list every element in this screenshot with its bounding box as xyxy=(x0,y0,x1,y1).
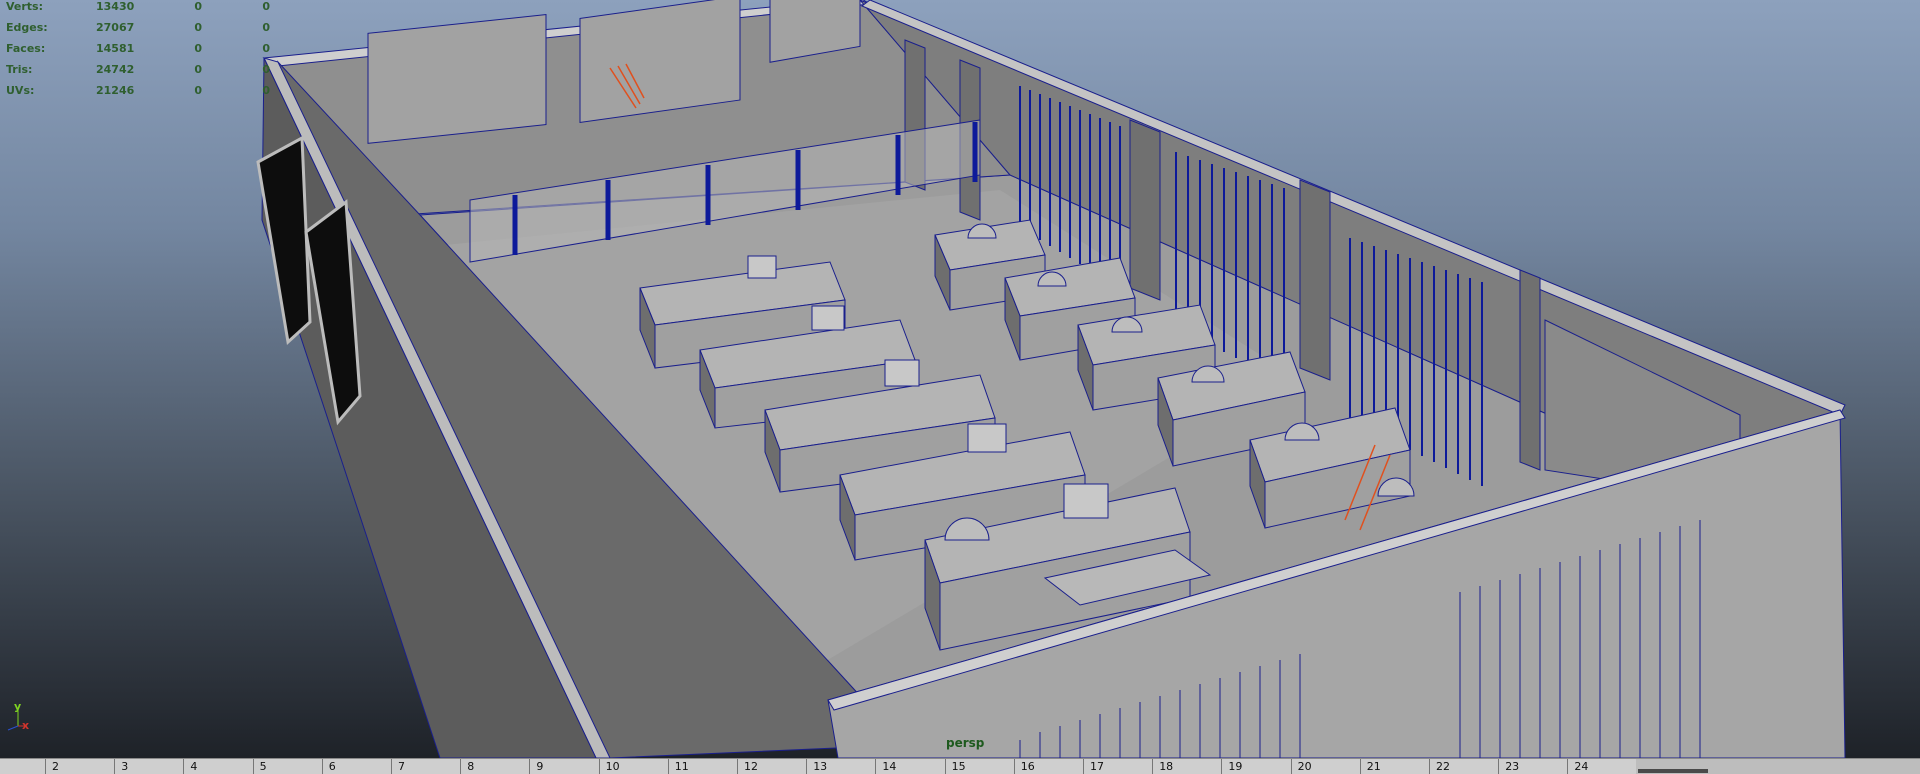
frame-number: 14 xyxy=(882,760,897,773)
hud-label: UVs: xyxy=(6,84,35,97)
hud-value: 21246 xyxy=(96,84,135,97)
frame-number: 19 xyxy=(1228,760,1243,773)
frame-number: 22 xyxy=(1436,760,1450,773)
timeline-tick[interactable]: 17 xyxy=(1083,759,1104,774)
hud-value: 0 xyxy=(194,0,202,13)
hud-row: Faces: 14581 0 0 xyxy=(6,42,276,60)
frame-number: 23 xyxy=(1505,760,1520,773)
timeline-tick[interactable]: 16 xyxy=(1013,759,1035,774)
timeline-ruler[interactable]: 2 3 4 5 6 7 8 9 10 11 12 13 14 15 16 17 18 19 20 21 22 23 24 xyxy=(0,759,1636,774)
hud-value: 0 xyxy=(194,84,202,97)
hud-value: 0 xyxy=(262,63,270,76)
timeline-tick[interactable]: 21 xyxy=(1359,759,1381,774)
hud-row: Edges: 27067 0 0 xyxy=(6,21,276,39)
hud-value: 0 xyxy=(262,84,270,97)
timeline-tick[interactable]: 14 xyxy=(875,759,896,774)
timeline-tick[interactable]: 23 xyxy=(1498,759,1519,774)
timeline-tick[interactable]: 19 xyxy=(1221,759,1242,774)
hud-row: Verts: 13430 0 0 xyxy=(6,0,276,18)
timeline-tick[interactable]: 22 xyxy=(1429,759,1450,774)
frame-number: 3 xyxy=(121,760,129,773)
timeline-tick[interactable]: 4 xyxy=(183,759,197,774)
frame-number: 18 xyxy=(1159,760,1174,773)
hud-label: Verts: xyxy=(6,0,44,13)
timeline-tick[interactable]: 18 xyxy=(1152,759,1173,774)
timeline-tick[interactable]: 15 xyxy=(944,759,966,774)
door-left-1[interactable] xyxy=(256,135,312,345)
frame-number: 6 xyxy=(328,760,336,773)
frame-number: 24 xyxy=(1574,760,1589,773)
frame-number: 2 xyxy=(52,760,59,773)
hud-value: 27067 xyxy=(96,21,135,34)
hud-value: 14581 xyxy=(96,42,135,55)
axis-gizmo: y x xyxy=(0,696,40,736)
timeline-tick[interactable]: 12 xyxy=(737,759,758,774)
timeline-tick[interactable]: 11 xyxy=(667,759,689,774)
timeline-tick[interactable]: 24 xyxy=(1567,759,1588,774)
hud-row: UVs: 21246 0 0 xyxy=(6,84,276,102)
timeline-tick[interactable]: 9 xyxy=(529,759,543,774)
timeline-tick[interactable]: 5 xyxy=(252,759,267,774)
hud-value: 13430 xyxy=(96,0,135,13)
hud-value: 0 xyxy=(194,63,202,76)
viewport-3d[interactable]: Verts: 13430 0 0 Edges: 27067 0 0 Faces: 14581 0 0 T… xyxy=(0,0,1920,758)
timeline-tick[interactable]: 20 xyxy=(1290,759,1312,774)
hud-value: 0 xyxy=(194,21,202,34)
hud-value: 0 xyxy=(262,42,270,55)
frame-number: 17 xyxy=(1090,760,1104,773)
frame-number: 12 xyxy=(744,760,758,773)
time-slider[interactable]: 2 3 4 5 6 7 8 9 10 11 12 13 14 15 16 17 18 19 20 21 22 23 24 xyxy=(0,758,1920,774)
timeline-tick[interactable]: 3 xyxy=(114,759,128,774)
timeline-tick[interactable]: 13 xyxy=(806,759,827,774)
frame-number: 16 xyxy=(1020,760,1035,773)
frame-number: 5 xyxy=(259,760,267,773)
frame-number: 13 xyxy=(813,760,828,773)
frame-number: 9 xyxy=(536,760,544,773)
hud-label: Edges: xyxy=(6,21,48,34)
frame-number: 11 xyxy=(674,760,689,773)
hud-label: Tris: xyxy=(6,63,33,76)
hud-row: Tris: 24742 0 0 xyxy=(6,63,276,81)
hud-value: 0 xyxy=(262,21,270,34)
timeline-tick[interactable]: 8 xyxy=(460,759,474,774)
axis-x-label: x xyxy=(22,719,30,732)
hud-value: 24742 xyxy=(96,63,135,76)
axis-y-label: y xyxy=(14,700,22,713)
frame-number: 20 xyxy=(1297,760,1312,773)
timeline-tick[interactable]: 7 xyxy=(391,759,405,774)
scene-view[interactable] xyxy=(0,0,1920,758)
hud-value: 0 xyxy=(262,0,270,13)
frame-number: 15 xyxy=(951,760,966,773)
frame-number: 21 xyxy=(1366,760,1381,773)
frame-number: 7 xyxy=(398,760,405,773)
camera-name-label: persp xyxy=(946,736,985,750)
timeline-tick[interactable]: 10 xyxy=(598,759,620,774)
timeline-tick[interactable]: 2 xyxy=(45,759,59,774)
whiteboard-left[interactable] xyxy=(367,14,547,144)
hud-label: Faces: xyxy=(6,42,46,55)
hud-value: 0 xyxy=(194,42,202,55)
frame-number: 10 xyxy=(605,760,620,773)
frame-number: 4 xyxy=(190,760,198,773)
frame-number: 8 xyxy=(467,760,475,773)
range-slider-handle[interactable] xyxy=(1638,769,1708,773)
timeline-tick[interactable]: 6 xyxy=(321,759,336,774)
poly-count-hud: Verts: 13430 0 0 Edges: 27067 0 0 Faces: 14581 0 0 T… xyxy=(0,0,290,100)
